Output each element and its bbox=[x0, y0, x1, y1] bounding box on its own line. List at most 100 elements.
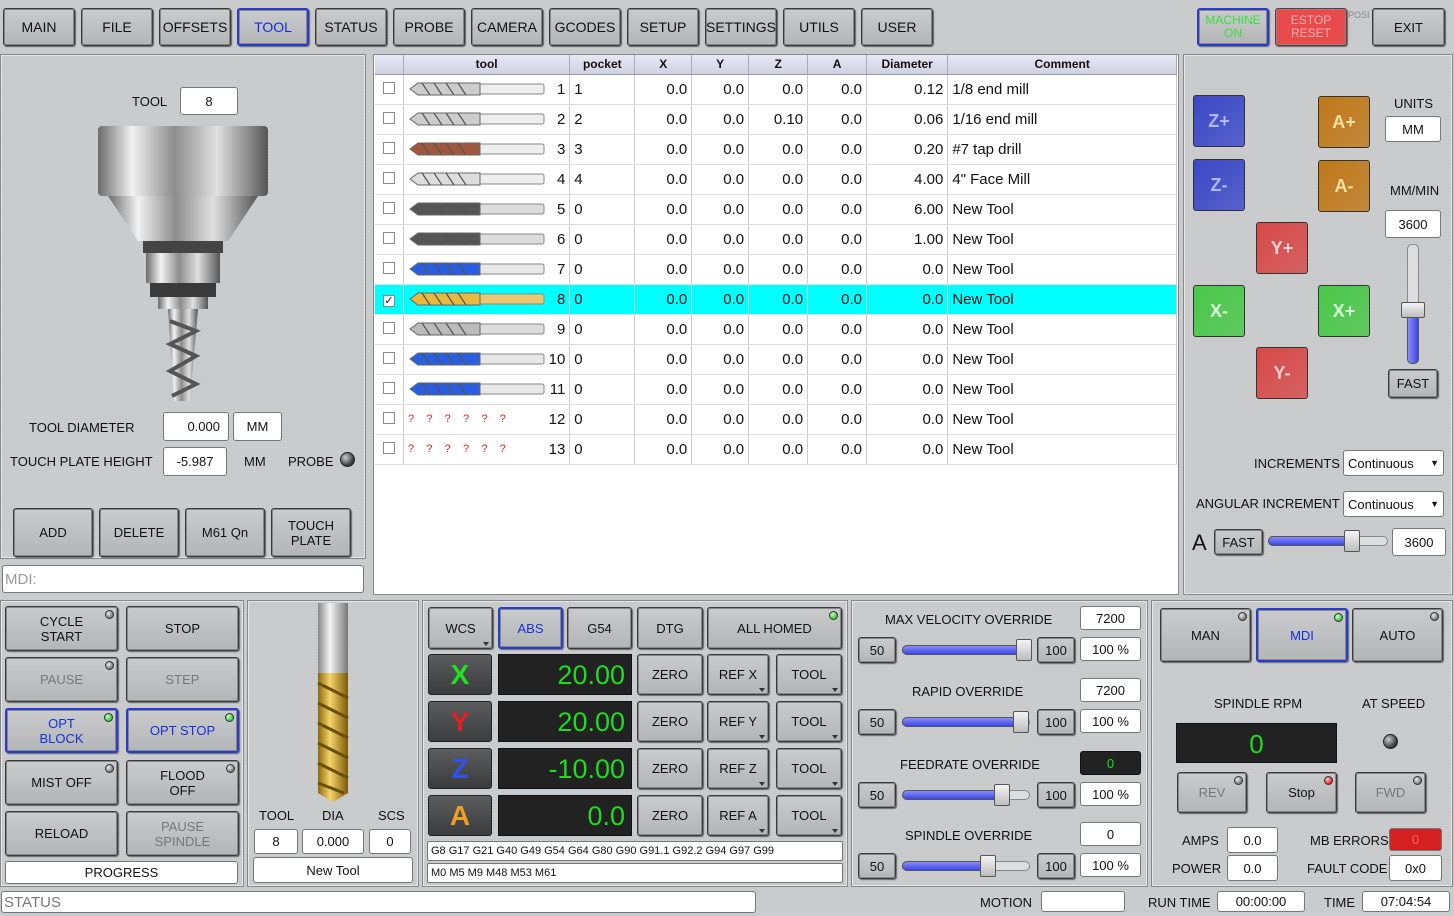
rapid-100-button[interactable]: 100 bbox=[1037, 709, 1075, 735]
comment-cell[interactable]: New Tool bbox=[947, 284, 1177, 315]
spindle-100-button[interactable]: 100 bbox=[1037, 853, 1075, 879]
axis-z-label[interactable]: Z bbox=[428, 748, 492, 789]
a-cell[interactable]: 0.0 bbox=[807, 314, 868, 345]
row-checkbox[interactable] bbox=[375, 314, 404, 345]
table-row[interactable]: 7 0 0.0 0.0 0.0 0.0 0.0 New Tool bbox=[375, 254, 1177, 285]
y-cell[interactable]: 0.0 bbox=[691, 314, 750, 345]
table-row[interactable]: 3 3 0.0 0.0 0.0 0.0 0.20 #7 tap drill bbox=[375, 134, 1177, 165]
comment-cell[interactable]: New Tool bbox=[947, 404, 1177, 435]
feedrate-50-button[interactable]: 50 bbox=[858, 782, 896, 808]
x-cell[interactable]: 0.0 bbox=[634, 134, 693, 165]
g54-button[interactable]: G54 bbox=[567, 607, 632, 649]
a-cell[interactable]: 0.0 bbox=[807, 194, 868, 225]
z-cell[interactable]: 0.0 bbox=[748, 314, 809, 345]
comment-cell[interactable]: New Tool bbox=[947, 314, 1177, 345]
x-cell[interactable]: 0.0 bbox=[634, 284, 693, 315]
tab-main[interactable]: MAIN bbox=[3, 8, 75, 46]
exit-button[interactable]: EXIT bbox=[1372, 8, 1445, 46]
pocket-cell[interactable]: 0 bbox=[569, 284, 636, 315]
d-cell[interactable]: 0.0 bbox=[866, 404, 949, 435]
d-cell[interactable]: 0.0 bbox=[866, 254, 949, 285]
mode-auto-button[interactable]: AUTO bbox=[1352, 608, 1443, 662]
m61-button[interactable]: M61 Qn bbox=[185, 508, 265, 557]
tab-setup[interactable]: SETUP bbox=[627, 8, 699, 46]
comment-cell[interactable]: New Tool bbox=[947, 344, 1177, 375]
axis-x-position[interactable]: 20.00 bbox=[498, 654, 632, 695]
table-row[interactable]: ✓ 8 0 0.0 0.0 0.0 0.0 0.0 New Tool bbox=[375, 284, 1177, 315]
tool-number-field[interactable]: 8 bbox=[180, 87, 238, 115]
row-checkbox[interactable] bbox=[375, 224, 404, 255]
tool-cell[interactable]: 7 bbox=[403, 254, 571, 285]
tab-gcodes[interactable]: GCODES bbox=[549, 8, 621, 46]
x-cell[interactable]: 0.0 bbox=[634, 344, 693, 375]
wcs-button[interactable]: WCS bbox=[428, 607, 493, 649]
touch-plate-height-field[interactable]: -5.987 bbox=[163, 447, 227, 476]
col-comment[interactable]: Comment bbox=[947, 55, 1177, 75]
pocket-cell[interactable]: 0 bbox=[569, 344, 636, 375]
tab-tool[interactable]: TOOL bbox=[237, 8, 309, 46]
checkbox[interactable] bbox=[382, 141, 395, 154]
row-checkbox[interactable] bbox=[375, 434, 404, 465]
feedrate-100-button[interactable]: 100 bbox=[1037, 782, 1075, 808]
machine-on-button[interactable]: MACHINE ON bbox=[1197, 8, 1269, 46]
tool-diameter-field[interactable]: 0.000 bbox=[163, 412, 229, 441]
tab-offsets[interactable]: OFFSETS bbox=[159, 8, 231, 46]
tool-cell[interactable]: 6 bbox=[403, 224, 571, 255]
y-cell[interactable]: 0.0 bbox=[691, 284, 750, 315]
tool-cell[interactable]: 11 bbox=[403, 374, 571, 405]
d-cell[interactable]: 1.00 bbox=[866, 224, 949, 255]
x-cell[interactable]: 0.0 bbox=[634, 374, 693, 405]
x-cell[interactable]: 0.0 bbox=[634, 194, 693, 225]
y-cell[interactable]: 0.0 bbox=[691, 404, 750, 435]
a-cell[interactable]: 0.0 bbox=[807, 284, 868, 315]
row-checkbox[interactable] bbox=[375, 104, 404, 135]
jog-rate-slider-handle[interactable] bbox=[1401, 302, 1425, 318]
a-cell[interactable]: 0.0 bbox=[807, 224, 868, 255]
stop-button[interactable]: STOP bbox=[126, 606, 239, 651]
checkbox[interactable] bbox=[382, 171, 395, 184]
jog-yplus-button[interactable]: Y+ bbox=[1256, 222, 1308, 274]
abs-button[interactable]: ABS bbox=[498, 607, 563, 649]
checkbox[interactable]: ✓ bbox=[382, 294, 395, 307]
checkbox[interactable] bbox=[382, 201, 395, 214]
pocket-cell[interactable]: 0 bbox=[569, 374, 636, 405]
ref-a-button[interactable]: REF A bbox=[707, 795, 769, 836]
pocket-cell[interactable]: 0 bbox=[569, 314, 636, 345]
x-cell[interactable]: 0.0 bbox=[634, 164, 693, 195]
tool-cell[interactable]: 1 bbox=[403, 74, 571, 105]
col-pocket[interactable]: pocket bbox=[569, 55, 636, 75]
z-cell[interactable]: 0.0 bbox=[748, 194, 809, 225]
tool-cell[interactable]: ? ? ? ? ? ? 12 bbox=[403, 404, 571, 435]
tab-user[interactable]: USER bbox=[861, 8, 933, 46]
table-row[interactable]: 2 2 0.0 0.0 0.10 0.0 0.06 1/16 end mill bbox=[375, 104, 1177, 135]
ref-y-button[interactable]: REF Y bbox=[707, 701, 769, 742]
rapid-50-button[interactable]: 50 bbox=[858, 709, 896, 735]
pause-spindle-button[interactable]: PAUSE SPINDLE bbox=[126, 811, 239, 856]
row-checkbox[interactable] bbox=[375, 254, 404, 285]
jog-rate-field[interactable]: 3600 bbox=[1385, 210, 1441, 238]
table-row[interactable]: ? ? ? ? ? ? 12 0 0.0 0.0 0.0 0.0 0.0 New Tool bbox=[375, 404, 1177, 435]
opt-stop-button[interactable]: OPT STOP bbox=[126, 708, 239, 753]
d-cell[interactable]: 0.12 bbox=[866, 74, 949, 105]
tool-cell[interactable]: 5 bbox=[403, 194, 571, 225]
comment-cell[interactable]: 4" Face Mill bbox=[947, 164, 1177, 195]
checkbox[interactable] bbox=[382, 231, 395, 244]
tool-offset-a-button[interactable]: TOOL bbox=[776, 795, 842, 836]
ref-x-button[interactable]: REF X bbox=[707, 654, 769, 695]
tab-settings[interactable]: SETTINGS bbox=[705, 8, 777, 46]
y-cell[interactable]: 0.0 bbox=[691, 194, 750, 225]
tool-cell[interactable]: 4 bbox=[403, 164, 571, 195]
cycle-start-button[interactable]: CYCLE START bbox=[5, 606, 118, 651]
spindle-fwd-button[interactable]: FWD bbox=[1355, 772, 1426, 813]
tool-cell[interactable]: 2 bbox=[403, 104, 571, 135]
pocket-cell[interactable]: 0 bbox=[569, 194, 636, 225]
a-cell[interactable]: 0.0 bbox=[807, 74, 868, 105]
pocket-cell[interactable]: 2 bbox=[569, 104, 636, 135]
a-cell[interactable]: 0.0 bbox=[807, 344, 868, 375]
checkbox[interactable] bbox=[382, 351, 395, 364]
a-rate-field[interactable]: 3600 bbox=[1392, 528, 1446, 556]
a-rate-slider-handle[interactable] bbox=[1344, 530, 1360, 552]
pause-button[interactable]: PAUSE bbox=[5, 657, 118, 702]
table-row[interactable]: 5 0 0.0 0.0 0.0 0.0 6.00 New Tool bbox=[375, 194, 1177, 225]
d-cell[interactable]: 0.0 bbox=[866, 434, 949, 465]
